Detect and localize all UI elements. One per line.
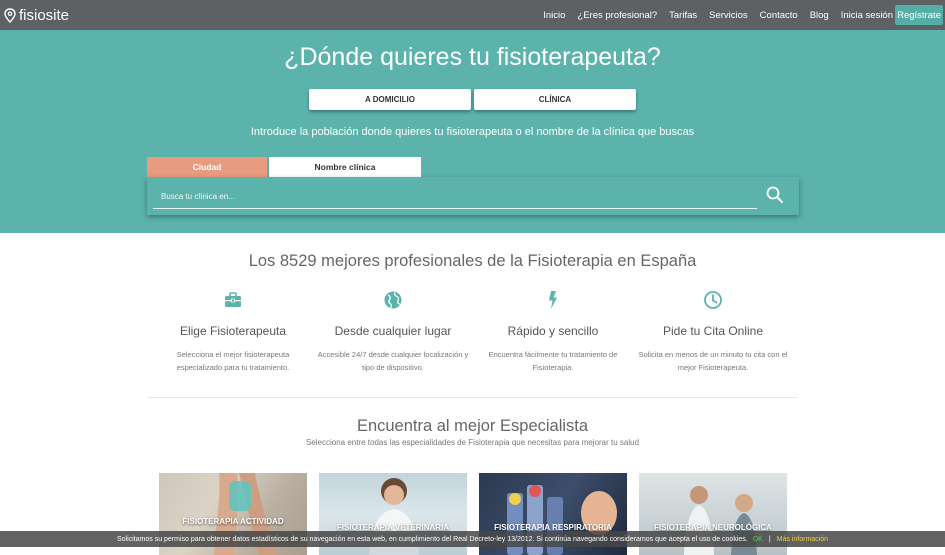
search-icon[interactable] <box>765 185 785 205</box>
cookie-text: Solicitamos su permiso para obtener dato… <box>116 535 748 543</box>
specialists-subtitle: Selecciona entre todas las especialidade… <box>305 438 640 447</box>
features-title: Los 8529 mejores profesionales de la Fis… <box>248 252 697 270</box>
feature-appointment: Pide tu Cita Online Solicita en menos de… <box>628 290 798 374</box>
register-button[interactable]: Regístrate <box>895 5 943 25</box>
nav-link-login[interactable]: Inicia sesión <box>841 10 893 21</box>
brand-logo[interactable]: fisiosite <box>4 7 69 24</box>
hero-section: ¿Dónde quieres tu fisioterapeuta? A DOMI… <box>0 30 945 233</box>
navbar: fisiosite Inicio ¿Eres profesional? Tari… <box>0 0 945 30</box>
map-pin-icon <box>4 7 16 23</box>
nav-link-blog[interactable]: Blog <box>810 10 829 21</box>
cookie-more-info-link[interactable]: Más información <box>777 536 828 543</box>
cookie-separator: | <box>768 535 771 543</box>
clock-icon <box>704 291 722 309</box>
nav-link-contacto[interactable]: Contacto <box>760 10 798 21</box>
tab-city[interactable]: Ciudad <box>147 157 267 177</box>
section-divider <box>148 397 798 398</box>
specialists-title: Encuentra al mejor Especialista <box>356 417 589 435</box>
feature-name: Pide tu Cita Online <box>662 324 764 338</box>
nav-links: Inicio ¿Eres profesional? Tarifas Servic… <box>531 0 893 30</box>
feature-desc: Encuentra fácilmente tu tratamiento de F… <box>488 350 618 372</box>
feature-fast: Rápido y sencillo Encuentra fácilmente t… <box>468 290 638 374</box>
feature-name: Elige Fisioterapeuta <box>179 324 287 338</box>
lightning-icon <box>549 291 557 309</box>
feature-desc: Accesible 24/7 desde cualquier localizac… <box>317 350 469 372</box>
tab-clinic-name[interactable]: Nombre clínica <box>269 157 421 177</box>
feature-name: Desde cualquier lugar <box>334 324 452 338</box>
clinic-button[interactable]: CLÍNICA <box>474 89 636 110</box>
feature-desc: Solicita en menos de un minuto tu cita c… <box>638 350 788 372</box>
globe-icon <box>384 291 402 309</box>
nav-link-tarifas[interactable]: Tarifas <box>669 10 697 21</box>
specialty-card-label: FISIOTERAPIA ACTIVIDAD <box>182 517 284 526</box>
feature-desc: Selecciona el mejor fisioterapeuta espec… <box>176 350 290 372</box>
search-box <box>147 177 799 215</box>
brand-name: fisiosite <box>19 6 70 24</box>
hero-subtitle: Introduce la población donde quieres tu … <box>250 126 695 138</box>
search-input[interactable] <box>153 185 757 209</box>
nav-link-profesional[interactable]: ¿Eres profesional? <box>577 10 657 21</box>
feature-name: Rápido y sencillo <box>507 324 599 338</box>
feature-anywhere: Desde cualquier lugar Accesible 24/7 des… <box>308 290 478 374</box>
nav-link-servicios[interactable]: Servicios <box>709 10 748 21</box>
cookie-accept-link[interactable]: OK <box>753 536 763 543</box>
cookie-banner: Solicitamos su permiso para obtener dato… <box>0 531 945 547</box>
feature-choose: Elige Fisioterapeuta Selecciona el mejor… <box>148 290 318 374</box>
briefcase-icon <box>225 292 241 307</box>
home-visit-button[interactable]: A DOMICILIO <box>309 89 471 110</box>
nav-link-inicio[interactable]: Inicio <box>543 10 565 21</box>
hero-title: ¿Dónde quieres tu fisioterapeuta? <box>284 43 661 71</box>
